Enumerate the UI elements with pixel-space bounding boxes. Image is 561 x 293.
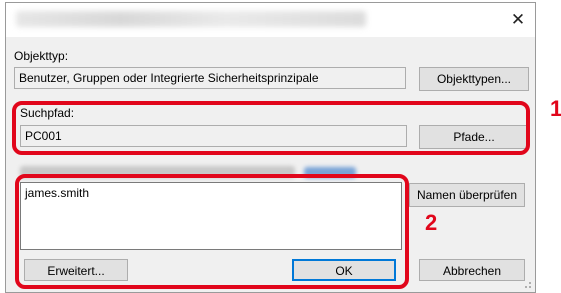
object-type-field: Benutzer, Gruppen oder Integrierte Siche… xyxy=(14,67,406,89)
callout-number-one: 1 xyxy=(550,96,561,121)
resize-grip-icon[interactable] xyxy=(522,279,532,289)
cancel-button[interactable]: Abbrechen xyxy=(419,259,525,281)
close-button[interactable]: ✕ xyxy=(503,5,533,35)
title-bar: ✕ xyxy=(6,3,535,37)
object-type-label: Objekttyp: xyxy=(14,49,69,63)
close-icon: ✕ xyxy=(510,10,526,29)
window-title-obscured xyxy=(16,11,366,27)
callout-box-search-path xyxy=(12,101,530,155)
callout-box-names xyxy=(15,174,409,289)
object-types-button[interactable]: Objekttypen... xyxy=(419,67,529,91)
callout-number-two: 2 xyxy=(425,210,438,235)
check-names-button[interactable]: Namen überprüfen xyxy=(409,183,525,207)
